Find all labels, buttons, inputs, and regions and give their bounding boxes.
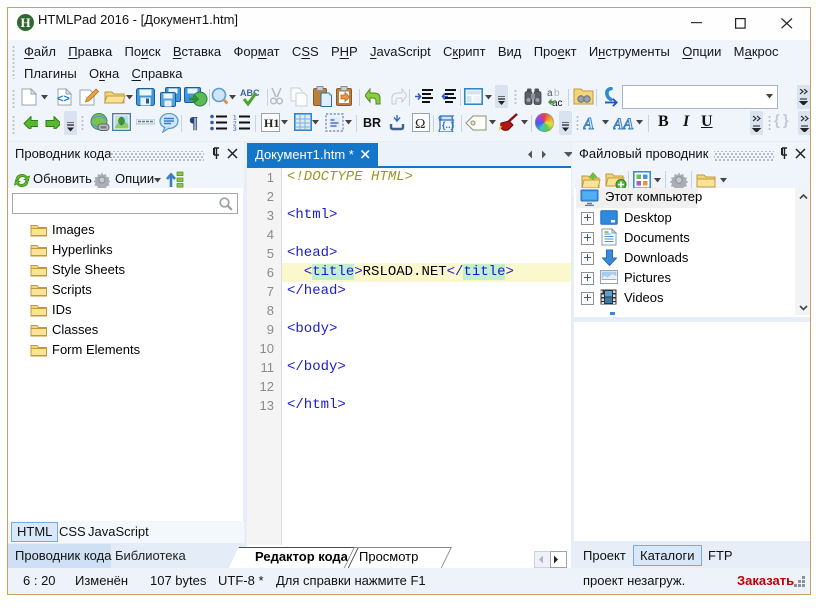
- svg-text:ac: ac: [552, 98, 563, 107]
- svg-text:Ω: Ω: [415, 117, 425, 132]
- svg-text:ABC: ABC: [240, 88, 260, 98]
- svg-text:H1: H1: [264, 116, 279, 130]
- svg-text:A: A: [622, 116, 634, 132]
- svg-text:¶: ¶: [189, 113, 198, 131]
- svg-text:A: A: [583, 114, 594, 132]
- svg-text:<>: <>: [57, 93, 70, 105]
- svg-text:{..}: {..}: [442, 120, 455, 130]
- svg-text:3: 3: [233, 126, 237, 131]
